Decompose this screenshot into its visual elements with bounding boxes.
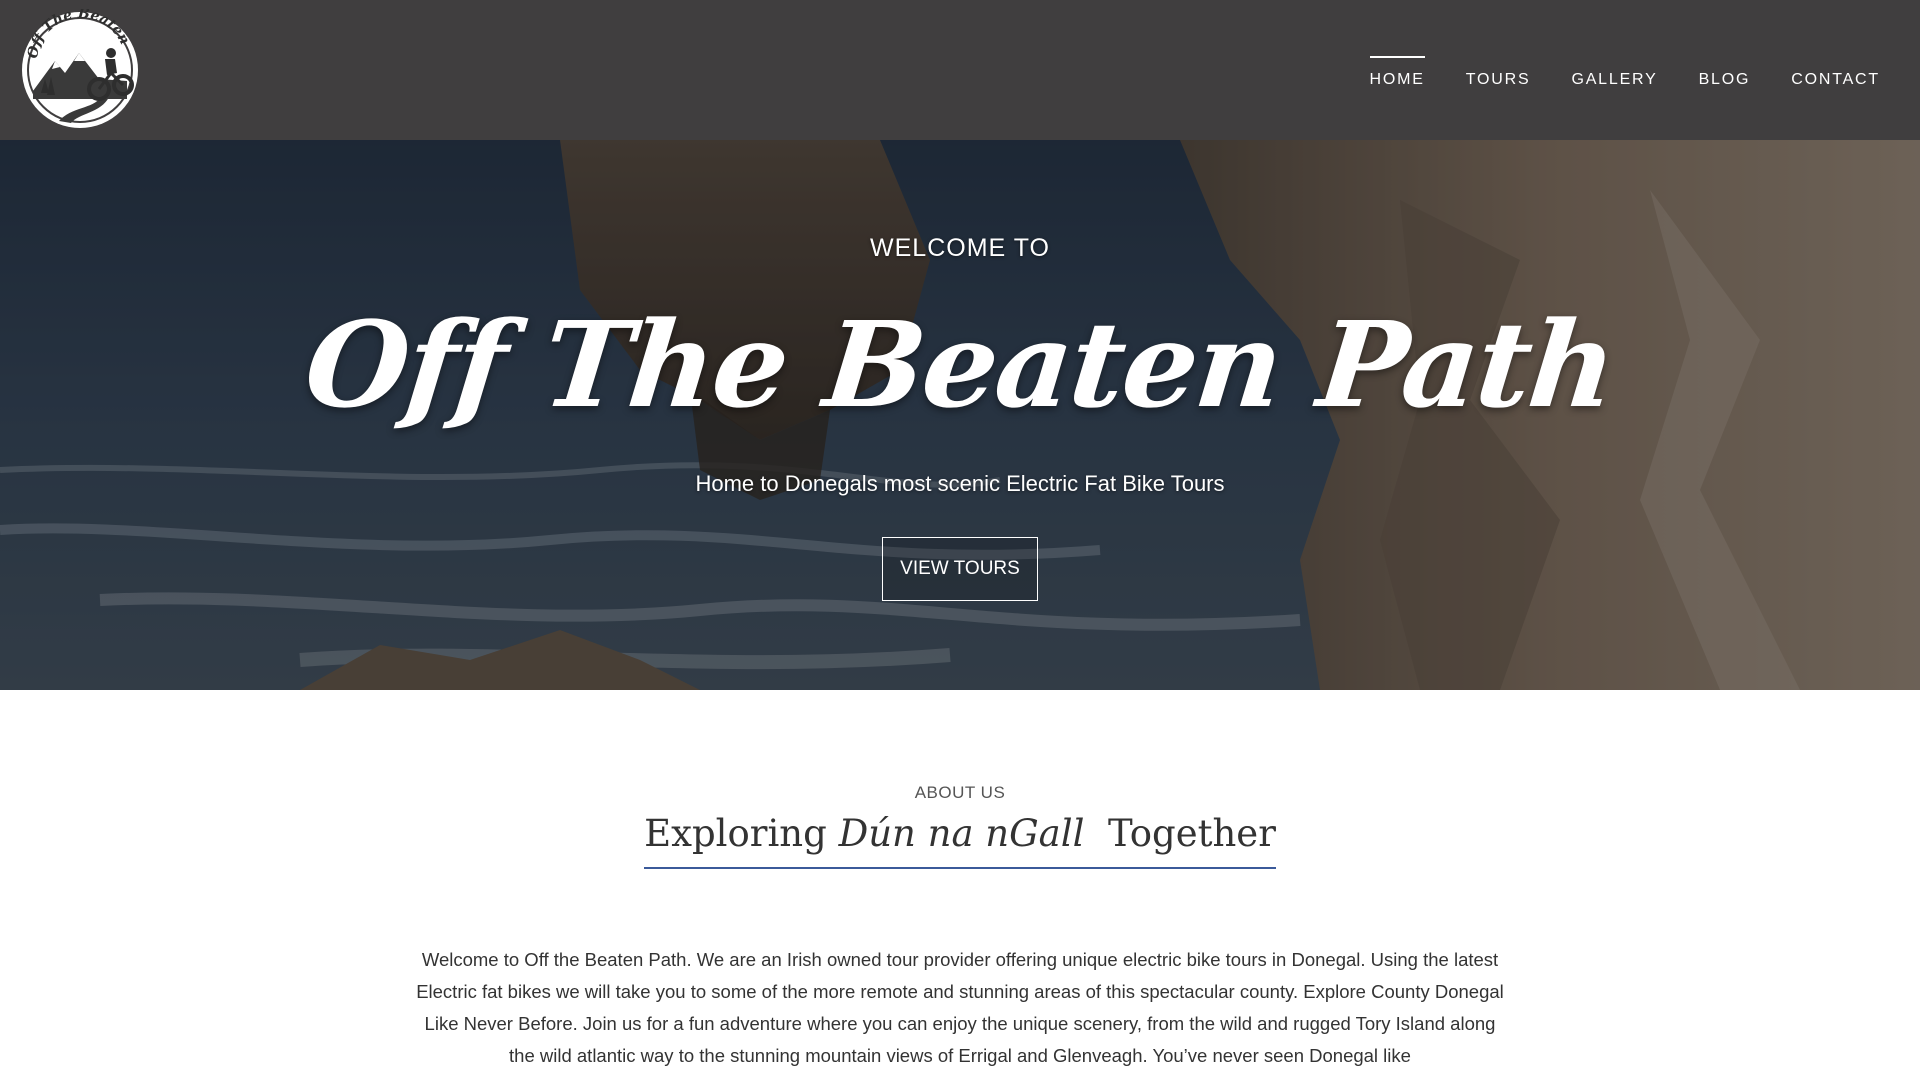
- about-body-text: Welcome to Off the Beaten Path. We are a…: [416, 949, 1504, 1066]
- site-logo[interactable]: Off The Beaten Path: [19, 9, 141, 131]
- hero-title: Off The Beaten Path: [299, 295, 1621, 434]
- about-eyebrow: ABOUT US: [914, 783, 1006, 802]
- about-heading-wrap: Exploring Dún na nGall Together: [0, 812, 1920, 869]
- nav-contact[interactable]: CONTACT: [1791, 59, 1880, 101]
- nav-home[interactable]: HOME: [1369, 56, 1425, 101]
- view-tours-button[interactable]: VIEW TOURS: [882, 537, 1038, 601]
- nav-tours[interactable]: TOURS: [1466, 59, 1531, 101]
- about-heading: Exploring Dún na nGall Together: [644, 812, 1276, 869]
- nav-gallery[interactable]: GALLERY: [1571, 59, 1657, 101]
- about-heading-irish: Dún na nGall: [838, 812, 1085, 855]
- hero-content: WELCOME TO Off The Beaten Path Home to D…: [0, 140, 1920, 690]
- about-heading-pre: Exploring: [644, 812, 839, 855]
- hero-subtitle: Home to Donegals most scenic Electric Fa…: [695, 471, 1225, 496]
- nav-blog[interactable]: BLOG: [1699, 59, 1751, 101]
- main-nav: HOME TOURS GALLERY BLOG CONTACT: [1369, 0, 1880, 140]
- hero-welcome-text: WELCOME TO: [870, 234, 1050, 262]
- about-heading-post: Together: [1084, 812, 1276, 855]
- site-header: Off The Beaten Path HOME TOURS GALLERY B…: [0, 0, 1920, 140]
- hero-section: WELCOME TO Off The Beaten Path Home to D…: [0, 140, 1920, 690]
